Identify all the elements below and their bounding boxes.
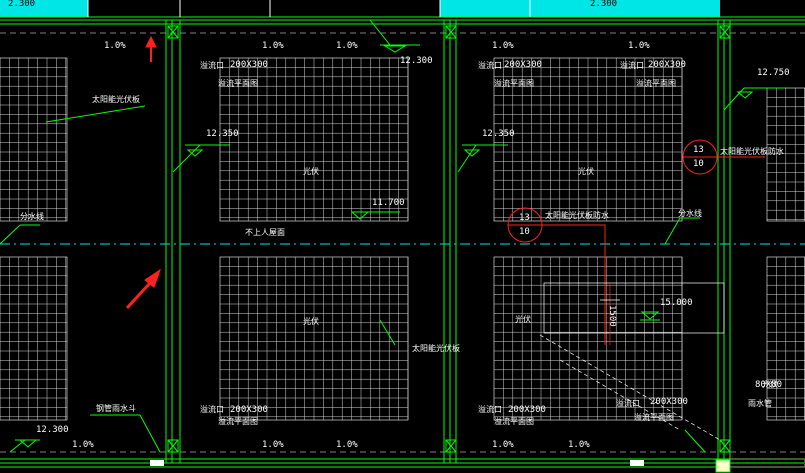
section-tag: 溢流平面图 — [218, 79, 258, 88]
note-tag: 光伏 — [762, 380, 778, 389]
split-line-tag: 分水线 — [20, 212, 44, 221]
callout-number: 10 — [693, 159, 704, 169]
slope-label: 1.0% — [336, 41, 358, 51]
drain-tag: 溢流口 — [200, 405, 224, 414]
dimension-label: 200X300 — [648, 60, 686, 70]
elevation-label: 15.000 — [660, 298, 693, 308]
drain-tag: 溢流口 — [478, 405, 502, 414]
note-tag: 雨水管 — [748, 399, 772, 408]
split-line-tag: 分水线 — [678, 209, 702, 218]
dimension-label: 200X300 — [508, 405, 546, 415]
callout-number: 13 — [693, 145, 704, 155]
slope-label: 1.0% — [492, 41, 514, 51]
slope-label: 1.0% — [72, 440, 94, 450]
slope-label: 1.0% — [262, 440, 284, 450]
slope-label: 1.0% — [262, 41, 284, 51]
section-tag: 溢流平面图 — [634, 413, 674, 422]
section-tag: 溢流平面图 — [494, 79, 534, 88]
panel-tag: 太阳能光伏板 — [92, 95, 140, 104]
roof-tag: 不上人屋面 — [245, 228, 285, 237]
pipe-tag: 钢管雨水斗 — [96, 404, 136, 413]
elevation-label: 12.350 — [206, 129, 239, 139]
note-tag: 太阳能光伏板防水 — [545, 211, 609, 220]
callout-number: 13 — [519, 213, 530, 223]
panel-small-label: 光伏 — [303, 317, 319, 326]
panel-small-label: 光伏 — [515, 315, 531, 324]
drain-tag: 溢流口 — [478, 61, 502, 70]
drain-tag: 溢流口 — [616, 399, 640, 408]
drain-tag: 溢流口 — [620, 61, 644, 70]
note-tag: 太阳能光伏板防水 — [720, 147, 784, 156]
dimension-label: 200X300 — [504, 60, 542, 70]
drain-tag: 溢流口 — [200, 61, 224, 70]
panel-small-label: 光伏 — [578, 167, 594, 176]
dimension-label: 200X300 — [230, 60, 268, 70]
section-tag: 溢流平面图 — [218, 417, 258, 426]
dimension-label: 1500 — [607, 305, 617, 327]
slope-label: 1.0% — [336, 440, 358, 450]
dimension-label: 200X300 — [650, 397, 688, 407]
section-tag: 溢流平面图 — [636, 79, 676, 88]
slope-label: 1.0% — [104, 41, 126, 51]
top-band-elevation-1: 2.300 — [8, 0, 36, 9]
slope-label: 1.0% — [492, 440, 514, 450]
elevation-label: 12.750 — [757, 68, 790, 78]
elevation-label: 12.350 — [482, 129, 515, 139]
panel-small-label: 光伏 — [303, 167, 319, 176]
dimension-label: 200X300 — [230, 405, 268, 415]
elevation-label: 12.300 — [36, 425, 69, 435]
elevation-label: 12.300 — [400, 56, 433, 66]
slope-label: 1.0% — [628, 41, 650, 51]
callout-number: 10 — [519, 227, 530, 237]
top-band-elevation-2: 2.300 — [590, 0, 618, 9]
panel-tag: 太阳能光伏板 — [412, 344, 460, 353]
slope-label: 1.0% — [568, 440, 590, 450]
elevation-label: 11.700 — [372, 198, 405, 208]
top-title-band — [0, 0, 805, 18]
section-tag: 溢流平面图 — [494, 417, 534, 426]
